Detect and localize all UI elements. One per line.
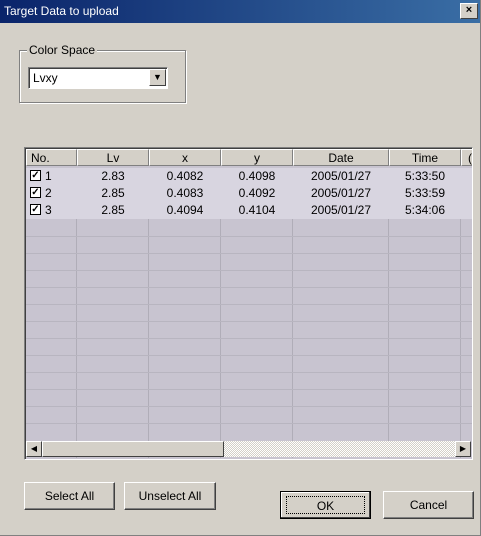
row-number: 2 — [45, 186, 52, 200]
grid-line — [26, 389, 472, 390]
grid-line — [26, 270, 472, 271]
grid-line — [26, 355, 472, 356]
cell-time: 5:33:59 — [404, 186, 446, 200]
cell-x: 0.4082 — [166, 169, 204, 183]
column-header-lv[interactable]: Lv — [77, 149, 149, 166]
color-space-label: Color Space — [27, 43, 98, 57]
close-button[interactable]: × — [460, 3, 478, 19]
cell-time: 5:33:50 — [404, 169, 446, 183]
row-checkbox[interactable]: ✓ — [30, 187, 41, 198]
color-space-group: Color Space Lvxy ▼ — [19, 43, 186, 103]
cell-date: 2005/01/27 — [310, 203, 372, 217]
chevron-down-icon[interactable]: ▼ — [149, 69, 166, 86]
ok-button-label: OK — [286, 496, 365, 514]
unselect-all-button[interactable]: Unselect All — [124, 482, 216, 510]
table-row[interactable]: ✓ 2 2.85 0.4083 0.4092 2005/01/27 5:33:5… — [26, 185, 472, 202]
row-checkbox[interactable]: ✓ — [30, 204, 41, 215]
list-body: ✓ 1 2.83 0.4082 0.4098 2005/01/27 5:33:5… — [26, 168, 472, 458]
cell-date: 2005/01/27 — [310, 186, 372, 200]
list-header: No. Lv x y Date Time ( — [26, 149, 472, 167]
cell-y: 0.4098 — [238, 169, 276, 183]
cell-x: 0.4094 — [166, 203, 204, 217]
grid-line — [26, 321, 472, 322]
row-checkbox[interactable]: ✓ — [30, 170, 41, 181]
grid-line — [26, 287, 472, 288]
table-row[interactable]: ✓ 1 2.83 0.4082 0.4098 2005/01/27 5:33:5… — [26, 168, 472, 185]
grid-line — [26, 372, 472, 373]
column-header-date[interactable]: Date — [293, 149, 389, 166]
grid-line — [26, 406, 472, 407]
cell-x: 0.4083 — [166, 186, 204, 200]
data-list[interactable]: No. Lv x y Date Time ( ✓ 1 2.83 0.4082 0… — [24, 147, 473, 460]
grid-line — [26, 304, 472, 305]
table-row[interactable]: ✓ 3 2.85 0.4094 0.4104 2005/01/27 5:34:0… — [26, 202, 472, 219]
grid-line — [26, 423, 472, 424]
horizontal-scrollbar[interactable]: ◀ ▶ — [26, 441, 471, 457]
scroll-thumb[interactable] — [42, 441, 224, 457]
color-space-value: Lvxy — [33, 71, 58, 85]
ok-button[interactable]: OK — [280, 491, 371, 519]
grid-line — [26, 338, 472, 339]
select-all-button[interactable]: Select All — [24, 482, 115, 510]
column-header-extra[interactable]: ( — [461, 149, 472, 166]
cell-y: 0.4092 — [238, 186, 276, 200]
cell-time: 5:34:06 — [404, 203, 446, 217]
scroll-track[interactable] — [224, 441, 455, 457]
cancel-button[interactable]: Cancel — [383, 491, 474, 519]
cell-lv: 2.83 — [101, 169, 125, 183]
row-number: 3 — [45, 203, 52, 217]
row-number: 1 — [45, 169, 52, 183]
cell-date: 2005/01/27 — [310, 169, 372, 183]
grid-line — [26, 236, 472, 237]
cell-lv: 2.85 — [101, 203, 125, 217]
cell-y: 0.4104 — [238, 203, 276, 217]
window-title: Target Data to upload — [4, 4, 119, 18]
column-header-no[interactable]: No. — [26, 149, 77, 166]
scroll-left-icon[interactable]: ◀ — [26, 441, 42, 457]
dialog-window: Target Data to upload × Color Space Lvxy… — [0, 0, 481, 536]
scroll-right-icon[interactable]: ▶ — [455, 441, 471, 457]
column-header-x[interactable]: x — [149, 149, 221, 166]
color-space-dropdown[interactable]: Lvxy ▼ — [28, 67, 168, 89]
column-header-time[interactable]: Time — [389, 149, 461, 166]
column-header-y[interactable]: y — [221, 149, 293, 166]
grid-line — [26, 253, 472, 254]
cell-lv: 2.85 — [101, 186, 125, 200]
title-bar[interactable]: Target Data to upload × — [0, 0, 480, 23]
